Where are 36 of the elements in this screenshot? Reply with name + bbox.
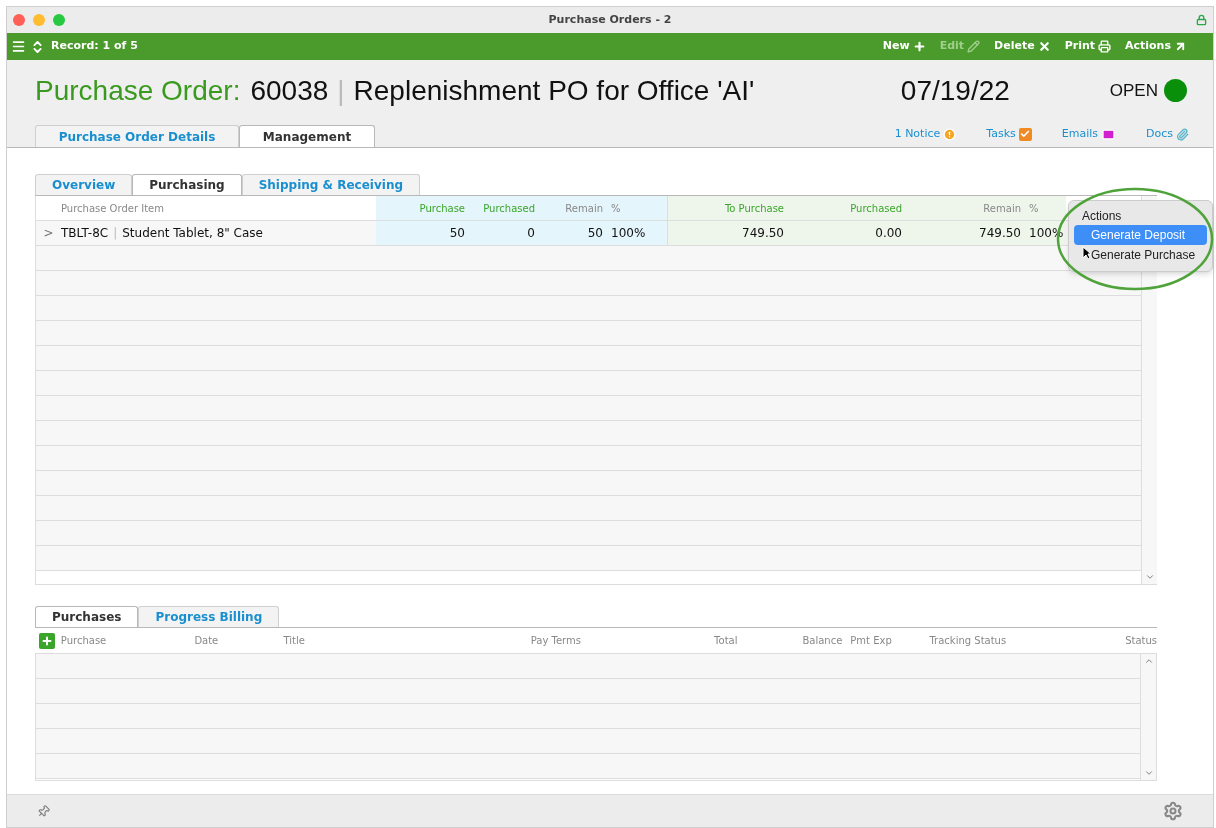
- column-header: Remain: [564, 201, 603, 216]
- column-header: Purchase: [60, 634, 108, 648]
- table-cell-text: 0.00: [874, 225, 902, 242]
- column-header: Remain: [982, 201, 1021, 216]
- record-date: 07/19/22: [900, 73, 1010, 108]
- column-header: Date: [194, 634, 220, 648]
- record-number: 60038: [250, 73, 329, 108]
- column-header: Total: [713, 634, 738, 648]
- table-cell-text: 100%: [610, 225, 647, 242]
- column-header: Status: [1124, 634, 1157, 648]
- column-header: To Purchase: [723, 201, 784, 216]
- table-cell-text: 749.50: [978, 225, 1021, 242]
- record-counter: Record: 1 of 5: [51, 38, 138, 55]
- table-cell-text: 749.50: [741, 225, 784, 242]
- column-header: Pmt Exp: [849, 634, 893, 648]
- table-cell-text: 50: [586, 225, 603, 242]
- column-header: Balance: [801, 634, 843, 648]
- column-header: Title: [283, 634, 306, 648]
- column-header: Purchase Order Item: [60, 201, 165, 216]
- title-separator: |: [337, 73, 345, 108]
- column-header: Tracking Status: [929, 634, 1008, 648]
- table-cell-text: 0: [526, 225, 535, 242]
- item-separator: |: [113, 225, 118, 242]
- column-header: Purchase: [418, 201, 465, 216]
- column-header: Pay Terms: [530, 634, 582, 648]
- column-header: %: [610, 201, 622, 216]
- status-label: OPEN: [1109, 79, 1158, 102]
- column-header: Purchased: [849, 201, 902, 216]
- item-code: TBLT-8C: [61, 225, 109, 242]
- item-description: Student Tablet, 8" Case: [122, 225, 263, 242]
- window-title: Purchase Orders - 2: [548, 11, 672, 28]
- column-header: %: [1028, 201, 1040, 216]
- table-cell-text: 50: [448, 225, 465, 242]
- column-header: Purchased: [482, 201, 535, 216]
- record-title: Replenishment PO for Office 'AI': [353, 73, 755, 108]
- record-type-label: Purchase Order:: [35, 73, 241, 108]
